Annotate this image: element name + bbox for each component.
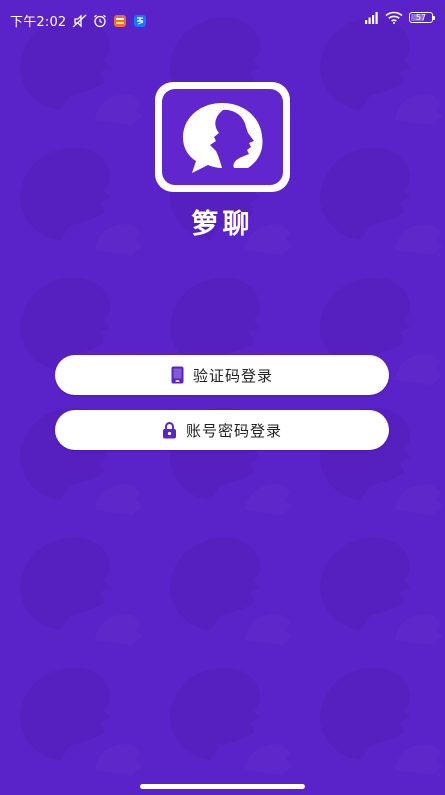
status-time: 下午2:02 [10,15,67,30]
logo-face-icon [183,103,263,173]
sms-login-label: 验证码登录 [192,366,273,385]
lock-icon [162,421,177,439]
wifi-icon [385,11,403,24]
app-name: 箩聊 [191,209,254,240]
app-logo [155,82,290,192]
app-notification-icon [113,14,127,28]
status-bar: 下午2:02 57 [0,0,445,38]
password-login-label: 账号密码登录 [185,421,282,440]
status-left: 下午2:02 [10,11,147,30]
status-right: 57 [359,11,435,24]
alarm-icon [93,14,107,28]
mute-icon [72,13,87,28]
app-logo-inner [162,89,283,185]
home-indicator[interactable] [140,784,305,789]
alipay-icon [133,14,147,28]
login-screen: 下午2:02 57 箩聊 验证码登录 账号密码登录 [0,0,445,795]
battery-icon: 57 [409,12,435,23]
signal-icon [359,11,379,24]
password-login-button[interactable]: 账号密码登录 [55,410,389,450]
phone-icon [171,366,184,384]
sms-login-button[interactable]: 验证码登录 [55,355,389,395]
battery-level: 57 [415,13,427,22]
